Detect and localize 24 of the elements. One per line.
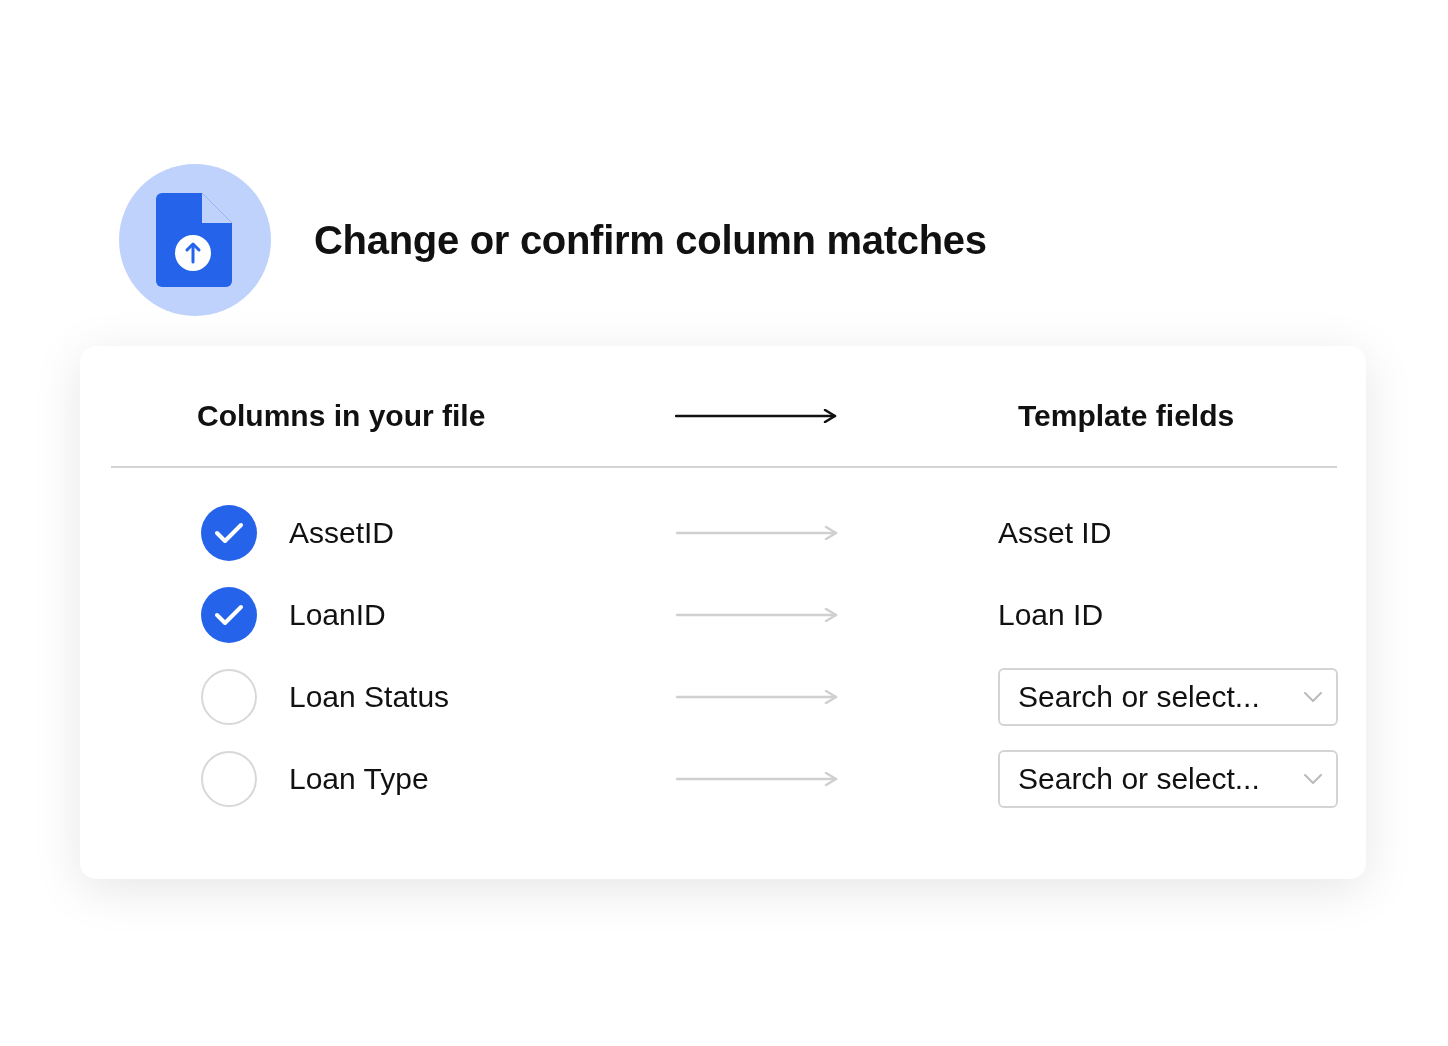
search-select-field[interactable]: Search or select... xyxy=(998,750,1338,808)
check-icon xyxy=(214,603,244,627)
column-header: Template fields xyxy=(1018,399,1236,433)
checkbox[interactable] xyxy=(201,505,257,561)
template-field: Loan ID xyxy=(998,598,1104,631)
chevron-down-icon xyxy=(1304,774,1322,784)
column-header: Columns in your file xyxy=(197,399,487,433)
arrow-icon xyxy=(676,608,838,622)
column-name: Loan Type xyxy=(289,762,430,796)
column-name: AssetID xyxy=(289,516,396,550)
column-name: Loan Status xyxy=(289,680,451,714)
arrow-icon xyxy=(675,409,837,423)
checkbox[interactable] xyxy=(201,587,257,643)
search-select-field[interactable]: Search or select... xyxy=(998,668,1338,726)
checkbox[interactable] xyxy=(201,751,257,807)
page-title: Change or confirm column matches xyxy=(314,217,987,263)
chevron-down-icon xyxy=(1304,692,1322,702)
checkbox[interactable] xyxy=(201,669,257,725)
check-icon xyxy=(214,521,244,545)
column-name: LoanID xyxy=(289,598,387,632)
arrow-icon xyxy=(676,526,838,540)
arrow-icon xyxy=(676,772,838,786)
arrow-icon xyxy=(676,690,838,704)
template-field: Asset ID xyxy=(998,516,1112,549)
